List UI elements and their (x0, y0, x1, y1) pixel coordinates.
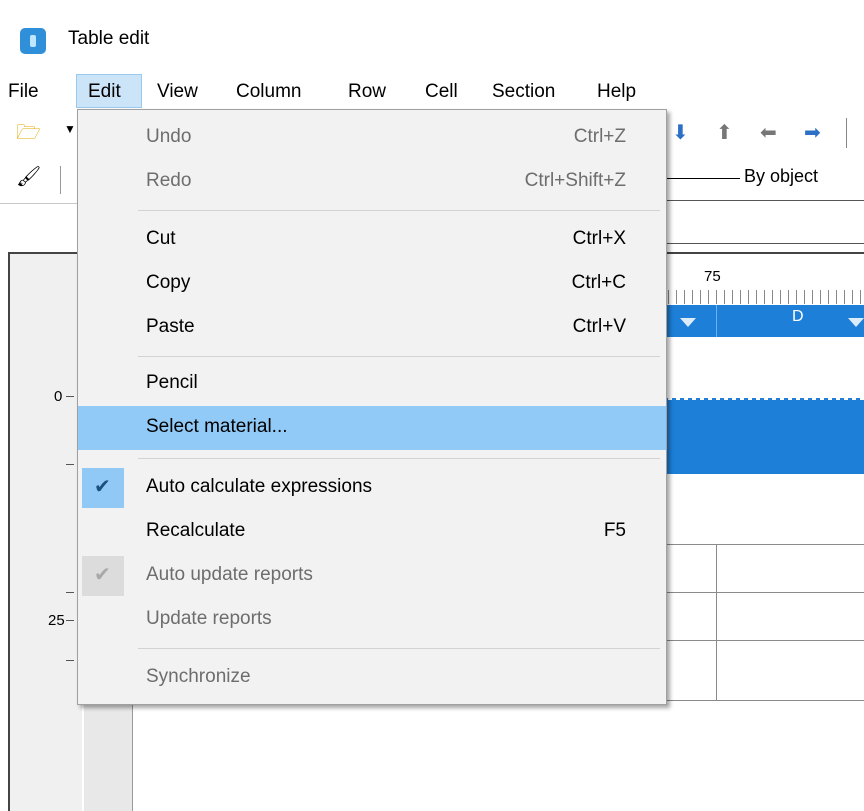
menu-view[interactable]: View (157, 78, 198, 106)
redo-label: Redo (146, 170, 192, 191)
undo-label: Undo (146, 126, 192, 147)
auto-calculate-label: Auto calculate expressions (146, 476, 373, 497)
menu-separator (138, 210, 660, 211)
menu-edit[interactable]: Edit (88, 78, 121, 106)
ruler-tick (66, 592, 74, 593)
line-style-label[interactable]: By object (744, 166, 818, 187)
column-header-d[interactable]: D (792, 308, 804, 326)
menu-item-select-material[interactable]: Select material... (78, 406, 666, 450)
copy-label: Copy (146, 272, 191, 293)
menu-item-cut[interactable]: Cut Ctrl+X (78, 218, 666, 262)
app-icon (20, 28, 46, 54)
column-c-menu-icon[interactable] (680, 318, 696, 327)
paste-shortcut: Ctrl+V (572, 316, 626, 337)
copy-shortcut: Ctrl+C (571, 272, 626, 293)
menu-item-pencil[interactable]: Pencil (78, 362, 666, 406)
vertical-ruler (10, 254, 82, 811)
arrow-up-icon[interactable]: ⬆ (716, 120, 733, 145)
grid-line (660, 700, 864, 701)
paste-label: Paste (146, 316, 195, 337)
check-icon: ✔ (94, 476, 111, 498)
menu-separator (138, 458, 660, 459)
synchronize-label: Synchronize (146, 666, 251, 687)
menu-item-redo[interactable]: Redo Ctrl+Shift+Z (78, 160, 666, 204)
paint-brush-icon[interactable]: 🖌 (16, 164, 41, 189)
workspace-frame (8, 252, 10, 811)
horizontal-ruler-ticks (660, 290, 864, 304)
grid-line (660, 640, 864, 641)
grid-line (716, 544, 717, 700)
edit-menu-dropdown: Undo Ctrl+Z Redo Ctrl+Shift+Z Cut Ctrl+X… (77, 109, 667, 705)
recalculate-shortcut: F5 (603, 520, 626, 541)
column-divider (716, 305, 717, 337)
arrow-right-icon[interactable]: ➡ (804, 120, 821, 145)
update-reports-label: Update reports (146, 608, 272, 629)
ruler-tick (66, 620, 74, 621)
menu-item-update-reports[interactable]: Update reports (78, 598, 666, 642)
select-material-label: Select material... (146, 416, 288, 437)
column-d-menu-icon[interactable] (848, 318, 864, 327)
auto-update-reports-label: Auto update reports (146, 564, 313, 585)
menu-item-auto-update-reports[interactable]: ✔ Auto update reports (78, 554, 666, 598)
ruler-tick (66, 660, 74, 661)
menu-section[interactable]: Section (492, 78, 555, 106)
window-title: Table edit (68, 28, 150, 49)
menu-help[interactable]: Help (597, 78, 636, 106)
cut-shortcut: Ctrl+X (572, 228, 626, 249)
redo-shortcut: Ctrl+Shift+Z (524, 170, 626, 191)
menu-item-paste[interactable]: Paste Ctrl+V (78, 306, 666, 350)
menu-item-copy[interactable]: Copy Ctrl+C (78, 262, 666, 306)
folder-icon[interactable]: 🗁 (16, 118, 41, 152)
undo-shortcut: Ctrl+Z (573, 126, 626, 147)
checkmark-box-disabled: ✔ (82, 556, 124, 596)
grid-line (660, 592, 864, 593)
check-icon: ✔ (94, 564, 111, 586)
dropdown-arrow-icon[interactable]: ▼ (64, 122, 76, 136)
menu-row[interactable]: Row (348, 78, 386, 106)
menu-separator (138, 648, 660, 649)
toolbar-separator (60, 166, 61, 194)
menu-file[interactable]: File (8, 78, 39, 106)
pencil-label: Pencil (146, 372, 198, 393)
ruler-tick (66, 396, 74, 397)
ruler-tick (66, 464, 74, 465)
menu-item-recalculate[interactable]: Recalculate F5 (78, 510, 666, 554)
ruler-label-25: 25 (48, 612, 65, 629)
combo-box[interactable] (660, 200, 864, 244)
ruler-label-75: 75 (704, 268, 721, 285)
menu-item-undo[interactable]: Undo Ctrl+Z (78, 116, 666, 160)
menu-item-auto-calculate[interactable]: ✔ Auto calculate expressions (78, 466, 666, 510)
menu-separator (138, 356, 660, 357)
arrow-down-icon[interactable]: ⬇ (672, 120, 689, 145)
ruler-label-0: 0 (54, 388, 63, 405)
selection-marquee (660, 398, 864, 400)
recalculate-label: Recalculate (146, 520, 246, 541)
menu-column[interactable]: Column (236, 78, 301, 106)
arrow-left-icon[interactable]: ⬅ (760, 120, 777, 145)
cut-label: Cut (146, 228, 176, 249)
toolbar-separator (846, 118, 847, 148)
grid-line (660, 544, 864, 545)
menu-item-synchronize[interactable]: Synchronize (78, 656, 666, 700)
menu-cell[interactable]: Cell (425, 78, 458, 106)
checkmark-box: ✔ (82, 468, 124, 508)
